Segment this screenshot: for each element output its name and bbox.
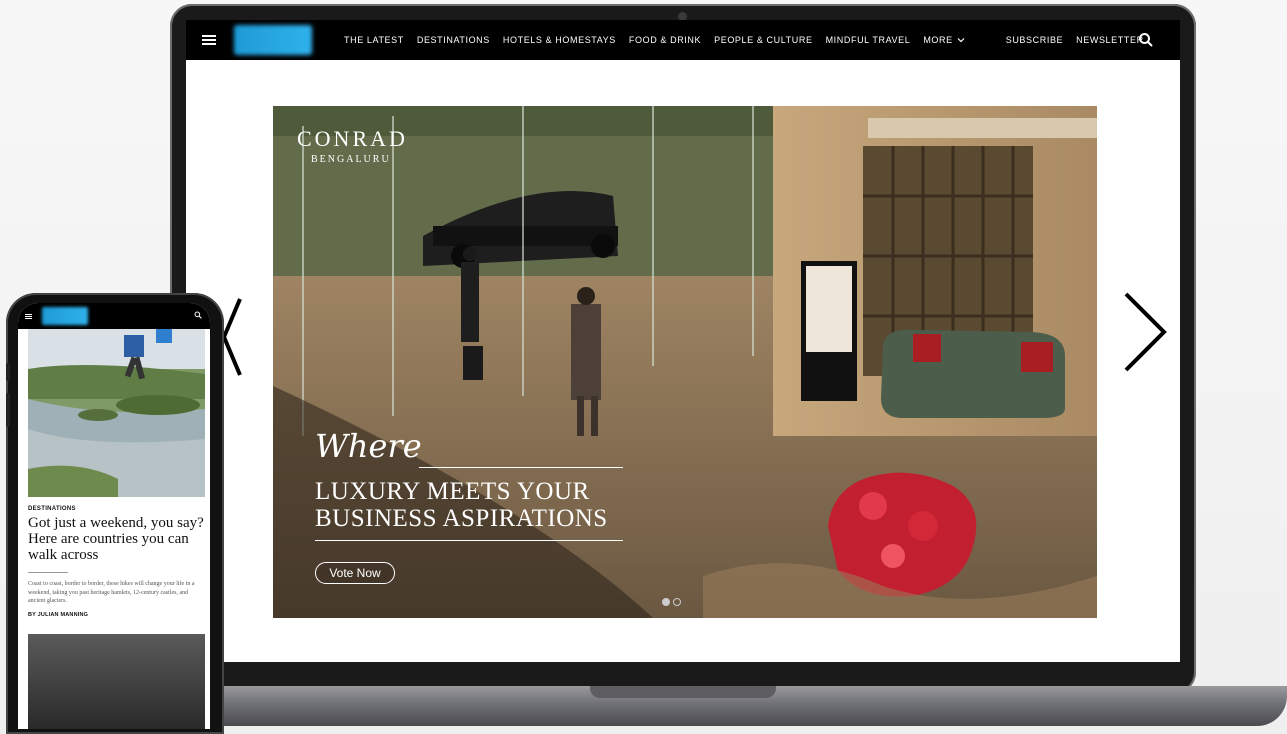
phone-volume-button xyxy=(6,393,10,427)
hero-brand: CONRAD BENGALURU xyxy=(297,126,408,165)
slide-dot-1[interactable] xyxy=(662,598,670,606)
tagline: LUXURY MEETS YOUR BUSINESS ASPIRATIONS xyxy=(315,478,608,532)
top-nav: THE LATEST DESTINATIONS HOTELS & HOMESTA… xyxy=(186,20,1180,60)
next-slide-arrow-icon[interactable] xyxy=(1122,290,1168,374)
nav-link-hotels-homestays[interactable]: HOTELS & HOMESTAYS xyxy=(503,35,616,45)
nav-right-links: SUBSCRIBE NEWSLETTER xyxy=(1006,35,1157,45)
nav-more-dropdown[interactable]: MORE xyxy=(923,35,965,45)
brand-name: CONRAD xyxy=(297,126,408,151)
brand-city: BENGALURU xyxy=(311,154,391,165)
slide-dot-2[interactable] xyxy=(673,598,681,606)
nav-link-mindful-travel[interactable]: MINDFUL TRAVEL xyxy=(826,35,911,45)
tagline-script: Where xyxy=(315,427,422,465)
nav-more-label: MORE xyxy=(923,35,953,45)
tagline-line-1: LUXURY MEETS YOUR xyxy=(315,478,590,505)
phone-article-byline[interactable]: BY JULIAN MANNING xyxy=(28,612,88,618)
nav-link-the-latest[interactable]: THE LATEST xyxy=(344,35,404,45)
phone-article-rule xyxy=(28,572,68,573)
phone-article-image[interactable] xyxy=(28,329,205,497)
site-logo[interactable] xyxy=(234,25,312,55)
tagline-rule xyxy=(315,540,623,541)
chevron-down-icon xyxy=(957,38,965,43)
nav-links: THE LATEST DESTINATIONS HOTELS & HOMESTA… xyxy=(344,35,978,45)
laptop-lid: THE LATEST DESTINATIONS HOTELS & HOMESTA… xyxy=(170,4,1196,694)
phone-nav xyxy=(18,303,210,329)
phone-search-icon[interactable] xyxy=(194,311,202,319)
phone-next-article-image[interactable] xyxy=(28,634,205,729)
vote-now-button[interactable]: Vote Now xyxy=(315,562,395,584)
device-mockup: THE LATEST DESTINATIONS HOTELS & HOMESTA… xyxy=(0,0,1287,734)
nav-link-destinations[interactable]: DESTINATIONS xyxy=(417,35,490,45)
hero-banner[interactable]: CONRAD BENGALURU Where LUXURY MEETS YOUR… xyxy=(273,106,1097,618)
search-icon[interactable] xyxy=(1138,32,1154,48)
nav-link-subscribe[interactable]: SUBSCRIBE xyxy=(1006,35,1063,45)
phone-article-section[interactable]: DESTINATIONS xyxy=(28,506,76,512)
nav-link-food-drink[interactable]: FOOD & DRINK xyxy=(629,35,701,45)
phone-hamburger-icon[interactable] xyxy=(25,313,32,319)
nav-link-people-culture[interactable]: PEOPLE & CULTURE xyxy=(714,35,812,45)
phone-device: DESTINATIONS Got just a weekend, you say… xyxy=(6,293,224,734)
phone-screen: DESTINATIONS Got just a weekend, you say… xyxy=(18,303,210,729)
phone-article-summary: Coast to coast, border to border, these … xyxy=(28,581,195,604)
tagline-script-rule xyxy=(419,467,623,468)
phone-article-headline[interactable]: Got just a weekend, you say? Here are co… xyxy=(28,515,206,563)
laptop-base xyxy=(150,686,1287,726)
slide-dots xyxy=(662,598,681,606)
tagline-line-2: BUSINESS ASPIRATIONS xyxy=(315,505,608,532)
hamburger-icon[interactable] xyxy=(202,35,216,45)
laptop-screen: THE LATEST DESTINATIONS HOTELS & HOMESTA… xyxy=(186,20,1180,662)
laptop-base-notch xyxy=(590,686,776,698)
prev-slide-arrow-icon[interactable] xyxy=(222,295,242,379)
nav-link-newsletter[interactable]: NEWSLETTER xyxy=(1076,35,1144,45)
phone-site-logo[interactable] xyxy=(42,307,88,325)
phone-side-button xyxy=(6,363,10,381)
hero-lobby-image xyxy=(273,106,1097,618)
